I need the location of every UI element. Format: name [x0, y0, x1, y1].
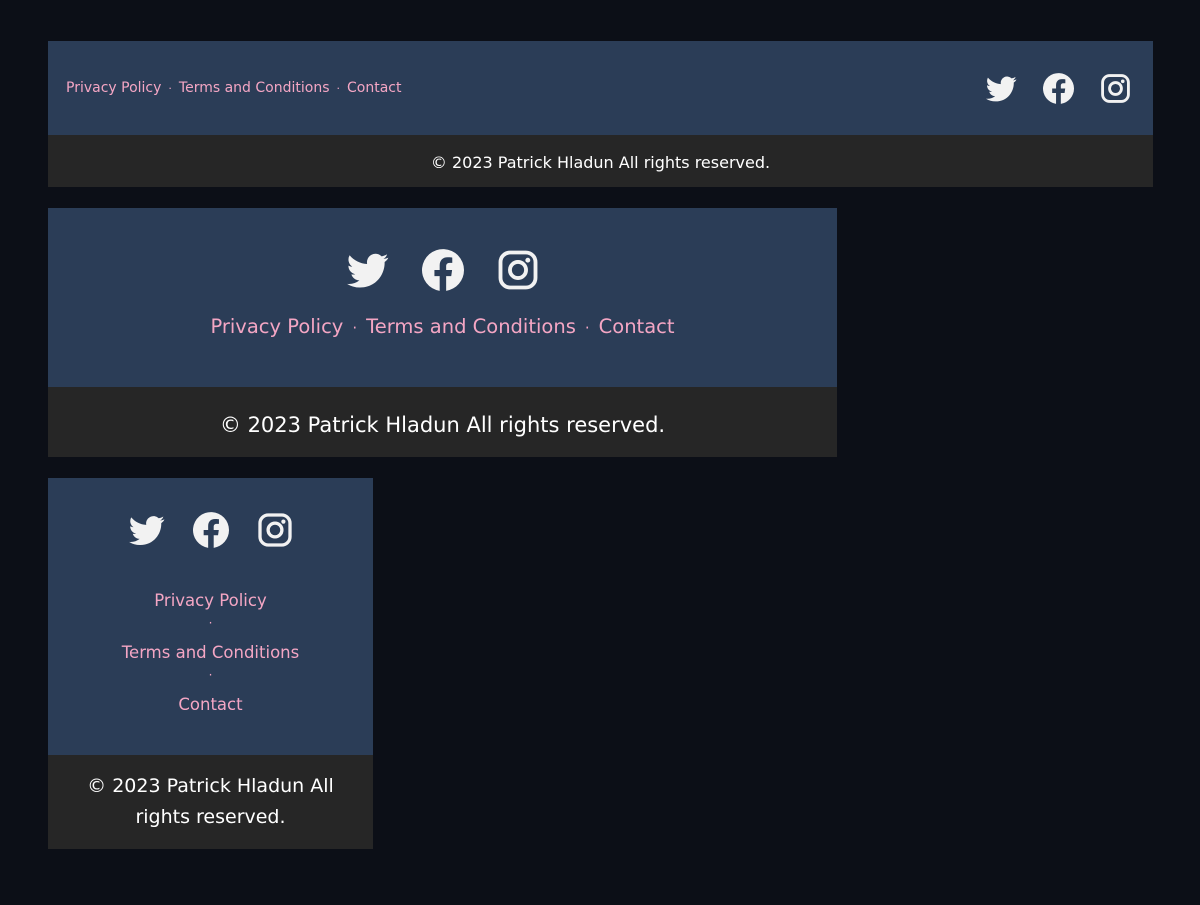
link-separator: ·: [584, 319, 590, 337]
facebook-icon[interactable]: [422, 249, 464, 291]
link-separator: ·: [352, 319, 358, 337]
footer-links: Privacy Policy · Terms and Conditions · …: [48, 590, 373, 722]
footer-desktop: Privacy Policy · Terms and Conditions · …: [48, 41, 1153, 187]
instagram-icon[interactable]: [1100, 73, 1131, 104]
footer-top-bar: Privacy Policy · Terms and Conditions · …: [48, 478, 373, 755]
copyright-text: © 2023 Patrick Hladun All rights reserve…: [87, 775, 334, 828]
footer-links: Privacy Policy · Terms and Conditions · Cont…: [48, 315, 837, 338]
privacy-policy-link[interactable]: Privacy Policy: [66, 80, 161, 96]
link-separator: ·: [168, 81, 172, 95]
copyright-bar: © 2023 Patrick Hladun All rights reserve…: [48, 135, 1153, 187]
privacy-policy-link[interactable]: Privacy Policy: [48, 590, 373, 618]
terms-link[interactable]: Terms and Conditions: [179, 80, 330, 96]
copyright-bar: © 2023 Patrick Hladun All rights reserve…: [48, 755, 373, 849]
twitter-icon[interactable]: [347, 249, 389, 291]
terms-link[interactable]: Terms and Conditions: [48, 642, 373, 670]
social-links: [48, 249, 837, 291]
footer-links: Privacy Policy · Terms and Conditions · …: [66, 80, 401, 96]
privacy-policy-link[interactable]: Privacy Policy: [210, 315, 343, 338]
instagram-icon[interactable]: [497, 249, 539, 291]
contact-link[interactable]: Contact: [347, 80, 401, 96]
instagram-icon[interactable]: [257, 512, 293, 548]
copyright-text: © 2023 Patrick Hladun All rights reserve…: [219, 413, 666, 437]
footer-tablet: Privacy Policy · Terms and Conditions · Cont…: [48, 208, 837, 457]
social-links: [986, 73, 1131, 104]
footer-mobile: Privacy Policy · Terms and Conditions · …: [48, 478, 373, 849]
twitter-icon[interactable]: [129, 512, 165, 548]
social-links: [48, 512, 373, 548]
contact-link[interactable]: Contact: [48, 694, 373, 722]
link-separator: ·: [208, 668, 213, 682]
footer-top-bar: Privacy Policy · Terms and Conditions · Cont…: [48, 208, 837, 387]
copyright-text: © 2023 Patrick Hladun All rights reserve…: [430, 153, 771, 172]
twitter-icon[interactable]: [986, 73, 1017, 104]
link-separator: ·: [208, 616, 213, 630]
facebook-icon[interactable]: [193, 512, 229, 548]
copyright-bar: © 2023 Patrick Hladun All rights reserve…: [48, 387, 837, 457]
link-separator: ·: [336, 81, 341, 95]
footer-top-bar: Privacy Policy · Terms and Conditions · …: [48, 41, 1153, 135]
contact-link[interactable]: Contact: [599, 315, 675, 338]
terms-link[interactable]: Terms and Conditions: [366, 315, 576, 338]
facebook-icon[interactable]: [1043, 73, 1074, 104]
